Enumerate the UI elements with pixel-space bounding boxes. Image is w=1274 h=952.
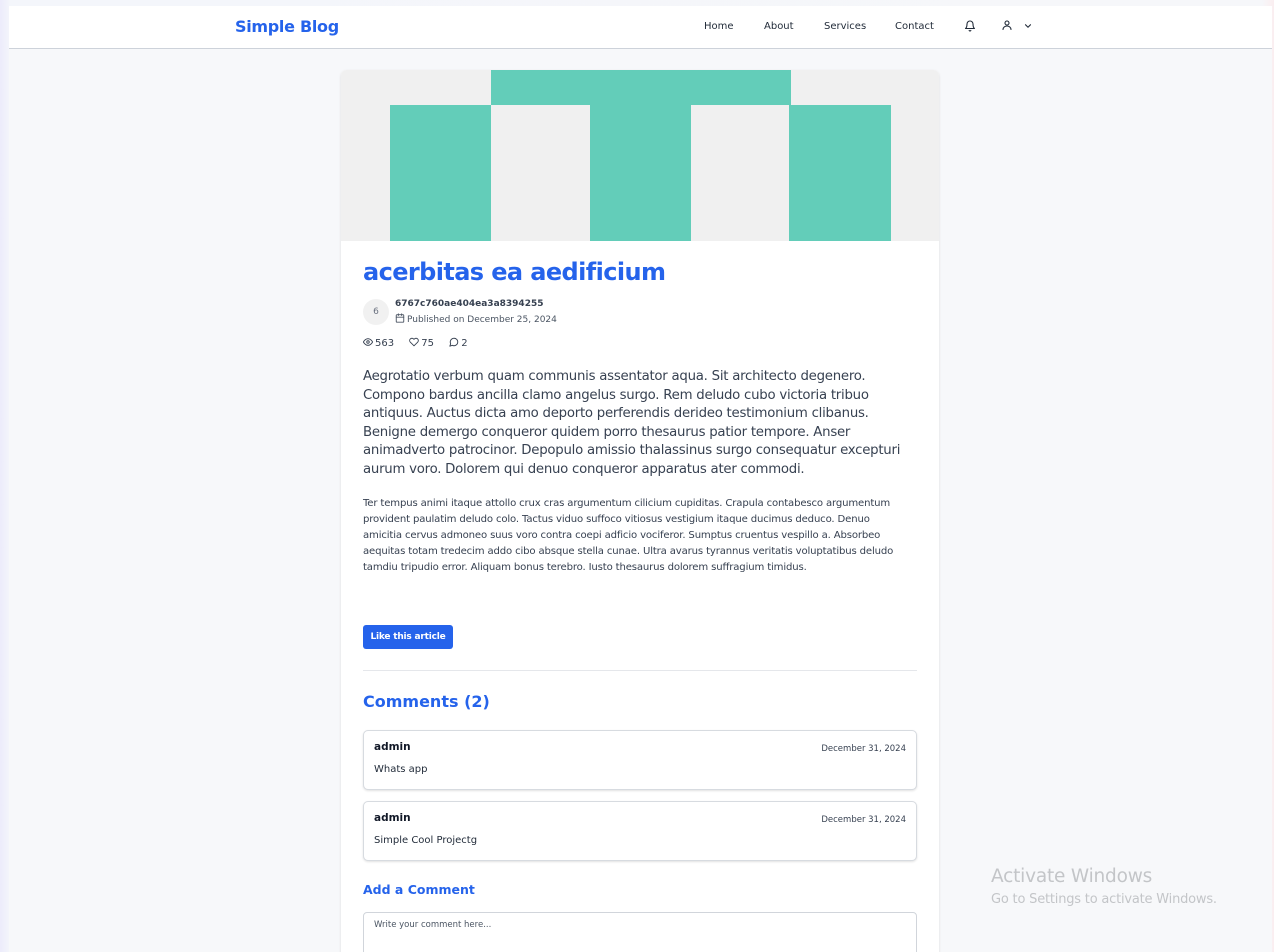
article-title: acerbitas ea aedificium: [363, 258, 666, 286]
brand-logo[interactable]: Simple Blog: [235, 17, 339, 36]
nav-services-link[interactable]: Services: [824, 21, 866, 32]
published-text: Published on December 25, 2024: [407, 315, 557, 325]
windows-activation-title: Activate Windows: [991, 866, 1153, 887]
views-count: 563: [375, 338, 395, 349]
comment-bubble-icon: [449, 337, 459, 347]
comment-text: Simple Cool Projectg: [374, 835, 478, 846]
like-article-button[interactable]: Like this article: [363, 625, 453, 649]
comment-author: admin: [374, 741, 411, 753]
bell-icon[interactable]: [964, 20, 976, 32]
article-body-paragraph: Ter tempus animi itaque attollo crux cra…: [363, 498, 894, 573]
comments-count: 2: [461, 338, 468, 349]
published-date: Published on December 25, 2024: [395, 313, 557, 325]
comments-heading: Comments (2): [363, 692, 490, 711]
article-lead-paragraph: Aegrotatio verbum quam communis assentat…: [363, 369, 901, 477]
section-divider: [363, 670, 917, 671]
nav-about-link[interactable]: About: [764, 21, 794, 32]
article-card: acerbitas ea aedificium 6 6767c760ae404e…: [341, 70, 939, 952]
add-comment-heading: Add a Comment: [363, 882, 475, 897]
likes-count: 75: [421, 338, 435, 349]
user-menu-button[interactable]: [1001, 19, 1035, 33]
comment-text: Whats app: [374, 764, 428, 775]
eye-icon: [363, 338, 373, 346]
comment-textarea[interactable]: [363, 912, 917, 952]
comments-stat: 2: [449, 337, 468, 349]
user-icon: [1002, 20, 1012, 31]
chevron-down-icon: [1024, 24, 1032, 28]
article-hero-image: [341, 70, 939, 241]
avatar: 6: [363, 299, 389, 325]
author-id: 6767c760ae404ea3a8394255: [395, 299, 544, 309]
comment-author: admin: [374, 812, 411, 824]
comment-date: December 31, 2024: [821, 815, 906, 825]
navbar: Simple Blog Home About Services Contact: [9, 6, 1272, 49]
article-stats: 563 75 2: [363, 337, 480, 351]
windows-activation-subtitle: Go to Settings to activate Windows.: [991, 892, 1217, 907]
comment-item: admin December 31, 2024 Whats app: [363, 730, 917, 790]
likes-stat: 75: [409, 337, 434, 349]
calendar-icon: [395, 313, 405, 323]
heart-icon: [409, 337, 420, 347]
comment-item: admin December 31, 2024 Simple Cool Proj…: [363, 801, 917, 861]
views-stat: 563: [363, 337, 394, 349]
nav-home-link[interactable]: Home: [704, 21, 734, 32]
nav-contact-link[interactable]: Contact: [895, 21, 934, 32]
comment-date: December 31, 2024: [821, 744, 906, 754]
